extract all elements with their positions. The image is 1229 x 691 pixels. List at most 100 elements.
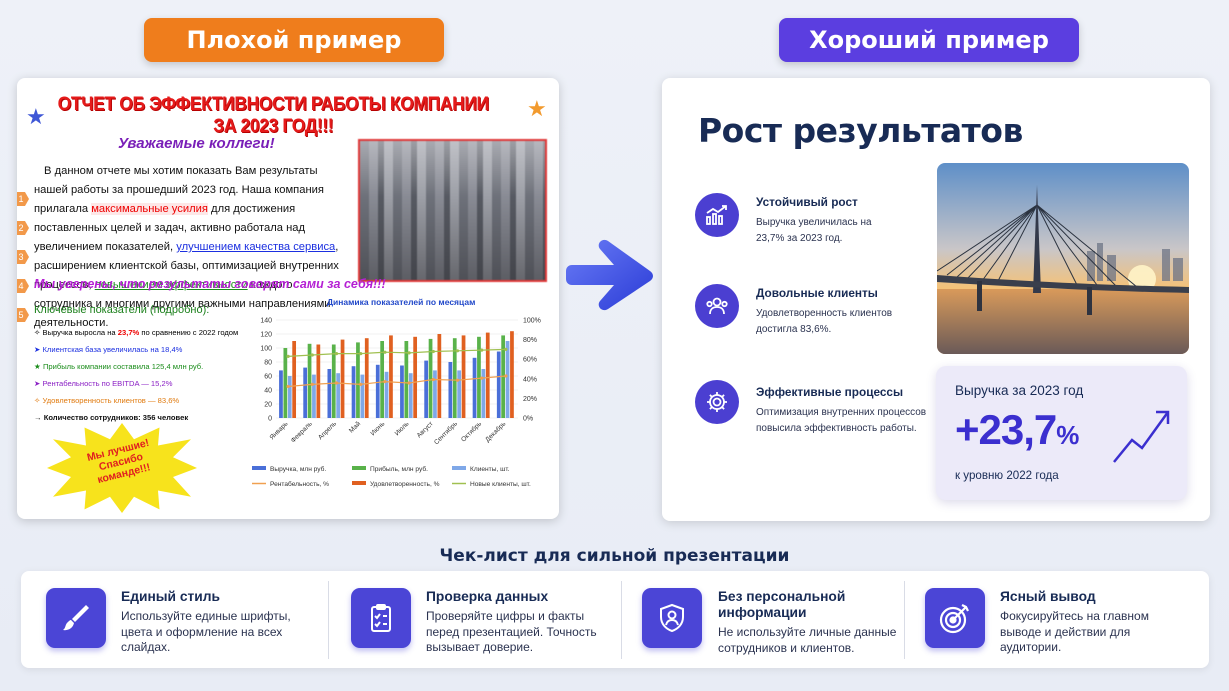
series-point <box>286 354 290 358</box>
numbered-marker: 1 <box>17 192 29 206</box>
legend-swatch <box>352 481 366 485</box>
users-icon <box>695 284 739 328</box>
list-item: ✧ Удовлетворенность клиентов — 83,6% <box>34 396 180 405</box>
chart-bar <box>364 338 369 418</box>
checklist-item-text: Фокусируйтесь на главном выводе и действ… <box>1000 609 1149 654</box>
series-point <box>407 381 411 385</box>
x-tick-label: Октябрь <box>459 419 483 443</box>
series-point <box>431 377 435 382</box>
legend-label: Рентабельность, % <box>270 480 329 488</box>
feature-text: Оптимизация внутренних процессов повысил… <box>756 407 927 434</box>
series-line <box>288 348 506 357</box>
target-icon <box>925 588 985 648</box>
blurred-crowd-photo <box>358 139 547 282</box>
chart-bar <box>283 348 288 418</box>
series-point <box>334 381 339 385</box>
x-tick-label: Декабрь <box>483 419 507 443</box>
clipboard-check-icon <box>351 588 411 648</box>
revenue-stat-card: Выручка за 2023 год +23,7% к уровню 2022… <box>936 366 1187 500</box>
y2-tick-label: 0% <box>523 416 533 423</box>
chart-bar <box>510 331 514 418</box>
chart-bar <box>351 366 356 418</box>
series-point <box>455 349 460 353</box>
chart-bar <box>312 374 316 418</box>
series-point <box>504 347 508 351</box>
checklist-item-title: Проверка данных <box>426 589 549 604</box>
list-item: ➤ Клиентская база увеличилась на 18,4% <box>34 345 183 354</box>
series-point <box>480 376 484 380</box>
divider <box>621 581 622 659</box>
feature-text: Выручка увеличилась на 23,7% за 2023 год… <box>756 217 872 244</box>
checklist-item-title: Ясный вывод <box>1000 589 1096 604</box>
key-indicators-title: Ключевые показатели (подробно): <box>34 304 210 316</box>
numbered-marker: 5 <box>17 308 29 322</box>
series-point <box>480 348 484 352</box>
stat-value: +23,7% <box>955 406 1079 453</box>
y-tick-label: 0 <box>268 416 272 423</box>
y-tick-label: 20 <box>264 402 272 409</box>
legend-label: Прибыль, млн руб. <box>370 465 428 473</box>
series-point <box>431 349 435 354</box>
series-point <box>383 350 387 354</box>
chart-bar <box>413 336 418 418</box>
y2-tick-label: 100% <box>523 318 541 325</box>
checklist-item-title: Единый стиль <box>121 589 221 604</box>
y-tick-label: 120 <box>260 332 272 339</box>
gear-icon <box>695 380 739 424</box>
x-tick-label: Февраль <box>290 420 314 444</box>
legend-label: Выручка, млн руб. <box>270 465 326 473</box>
y-tick-label: 100 <box>260 346 272 353</box>
y-tick-label: 140 <box>260 318 272 325</box>
checklist-title: Чек-лист для сильной презентации <box>439 546 790 566</box>
bad-slide-title: ОТЧЕТ ОБ ЭФФЕКТИВНОСТИ РАБОТЫ КОМПАНИИ З… <box>57 94 489 137</box>
checklist-item-text: Используйте единые шрифты, цвета и оформ… <box>121 609 291 654</box>
y2-tick-label: 60% <box>523 357 537 364</box>
monthly-dynamics-chart: 140 120 100 80 60 40 20 0 100% 80% 60% 40% 20% 0% Янва… <box>252 318 541 488</box>
x-tick-label: Январь <box>269 420 290 441</box>
stat-subtitle: к уровню 2022 года <box>955 469 1059 482</box>
chart-bar <box>360 374 365 418</box>
legend-label: Новые клиенты, шт. <box>470 481 531 488</box>
growth-chart-icon <box>695 193 739 237</box>
feature-title: Эффективные процессы <box>756 385 904 399</box>
chart-bar <box>303 367 308 418</box>
orange-star-icon: ★ <box>527 96 547 121</box>
chart-bar <box>336 373 341 418</box>
checklist-item-text: Не используйте личные данные сотрудников… <box>718 625 897 655</box>
chart-bar <box>389 335 393 418</box>
y-tick-label: 60 <box>264 374 272 381</box>
x-tick-label: Август <box>416 420 435 439</box>
legend-label: Удовлетворенность, % <box>370 481 440 488</box>
chart-bar <box>340 339 345 418</box>
list-item: ➤ Рентабельность по EBITDA — 15,2% <box>34 379 173 388</box>
numbered-marker: 4 <box>17 279 29 293</box>
chart-bar <box>433 370 437 418</box>
chart-bar <box>327 369 332 418</box>
y2-tick-label: 80% <box>523 337 537 344</box>
chart-bar <box>496 351 501 418</box>
chart-bar <box>375 364 380 418</box>
series-point <box>310 353 314 357</box>
chart-bar <box>461 335 466 418</box>
good-example-slide: Рост результатов Устойчивый рост Выручка… <box>662 78 1210 521</box>
key-indicators-list: ✧ Выручка выросла на 23,7% по сравнению … <box>34 324 264 426</box>
chart-bar <box>287 376 292 418</box>
x-tick-label: Сентябрь <box>432 419 459 446</box>
legend-swatch <box>452 466 466 470</box>
chart-bar <box>424 360 429 418</box>
bad-example-slide: ★ ★ ОТЧЕТ ОБ ЭФФЕКТИВНОСТИ РАБОТЫ КОМПАН… <box>17 78 559 519</box>
chart-bar <box>408 373 413 418</box>
x-tick-label: Май <box>347 420 362 435</box>
good-example-header: Хороший пример <box>779 18 1079 62</box>
series-point <box>407 351 411 355</box>
numbered-marker: 2 <box>17 221 29 235</box>
chart-bar <box>279 370 283 418</box>
trend-up-icon <box>1113 410 1170 463</box>
checklist-panel: Единый стиль Используйте единые шрифты, … <box>21 571 1209 668</box>
bad-slide-greeting: Уважаемые коллеги! <box>118 135 275 152</box>
chart-bar <box>472 357 477 418</box>
chart-bar <box>477 336 481 418</box>
series-point <box>359 382 363 386</box>
checklist-item-text: Проверяйте цифры и факты перед презентац… <box>426 609 597 654</box>
divider <box>328 581 329 659</box>
